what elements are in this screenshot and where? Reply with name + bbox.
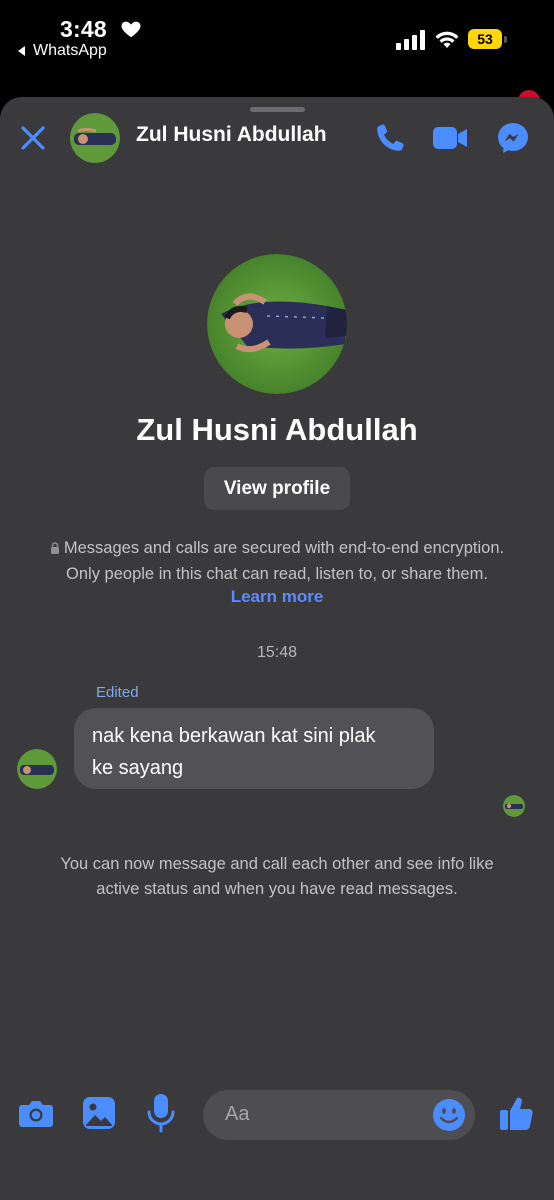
profile-avatar[interactable] — [207, 254, 347, 394]
header-contact-name[interactable]: Zul Husni Abdullah — [136, 123, 327, 147]
read-receipt-avatar — [503, 795, 525, 817]
message-text-line-1: nak kena berkawan kat sini plak — [92, 725, 376, 747]
messenger-icon[interactable] — [496, 121, 530, 155]
encryption-line-1: Messages and calls are secured with end-… — [63, 539, 505, 557]
profile-name: Zul Husni Abdullah — [136, 412, 418, 447]
system-message: You can now message and call each other … — [0, 852, 554, 902]
back-arrow-icon — [18, 46, 25, 56]
thumbs-up-icon[interactable] — [498, 1094, 536, 1132]
signal-icon — [396, 30, 425, 50]
edited-label[interactable]: Edited — [96, 684, 139, 701]
back-app-label: WhatsApp — [33, 42, 107, 59]
message-input[interactable]: Aa — [203, 1090, 475, 1140]
status-time: 3:48 — [60, 16, 107, 42]
emoji-icon[interactable] — [432, 1098, 466, 1132]
camera-icon[interactable] — [18, 1096, 54, 1130]
system-message-line-1: You can now message and call each other … — [60, 855, 494, 873]
battery-level: 53 — [468, 29, 502, 49]
message-input-placeholder: Aa — [225, 1103, 250, 1125]
encryption-notice: Messages and calls are secured with end-… — [0, 535, 554, 587]
learn-more-link[interactable]: Learn more — [0, 587, 554, 607]
close-icon[interactable] — [18, 123, 48, 153]
mic-icon[interactable] — [146, 1093, 176, 1133]
message-timestamp: 15:48 — [256, 644, 298, 661]
sheet-grabber[interactable] — [250, 107, 305, 112]
system-message-line-2: active status and when you have read mes… — [96, 880, 458, 898]
status-bar: 3:48 WhatsApp 53 — [0, 0, 554, 112]
header-avatar[interactable] — [70, 113, 120, 163]
lock-icon — [50, 542, 59, 554]
phone-icon[interactable] — [372, 121, 408, 155]
video-icon[interactable] — [432, 123, 468, 153]
encryption-line-2: Only people in this chat can read, liste… — [66, 565, 488, 583]
battery-nub — [504, 36, 507, 43]
back-to-app-link[interactable]: WhatsApp — [18, 42, 107, 60]
wifi-icon — [435, 31, 459, 48]
heart-icon — [121, 21, 141, 38]
gallery-icon[interactable] — [82, 1096, 116, 1130]
message-text-line-2: ke sayang — [92, 757, 184, 779]
chat-sheet: Zul Husni Abdullah Zul Husni Abdullah Vi… — [0, 97, 554, 1200]
view-profile-button[interactable]: View profile — [204, 467, 350, 510]
battery-icon: 53 — [468, 29, 508, 51]
sender-avatar[interactable] — [17, 749, 57, 789]
message-bubble[interactable]: nak kena berkawan kat sini plak ke sayan… — [74, 708, 434, 789]
